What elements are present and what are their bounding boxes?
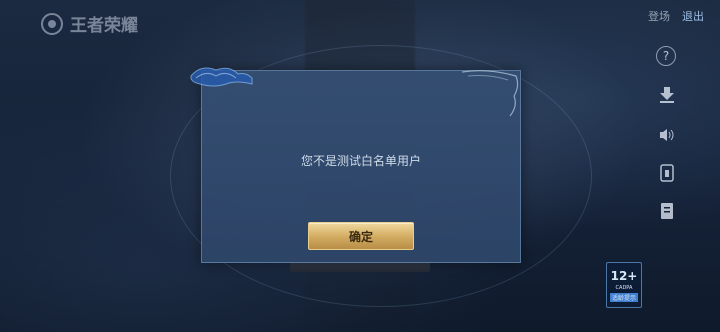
age-rating-tag: 适龄提示 <box>609 292 638 302</box>
info-icon[interactable] <box>656 162 678 184</box>
age-rating-badge[interactable]: 12+ CADPA 适龄提示 <box>606 262 642 308</box>
download-icon[interactable] <box>656 84 678 106</box>
age-rating-value: 12+ <box>610 268 638 283</box>
help-icon[interactable]: ? <box>656 46 676 66</box>
cloud-ornament-right-icon <box>461 70 519 117</box>
logout-link[interactable]: 退出 <box>682 8 704 24</box>
dialog-message: 您不是测试白名单用户 <box>300 154 421 168</box>
top-links: 登场 退出 <box>648 8 704 24</box>
age-rating-org: CADPA <box>615 284 633 291</box>
sound-icon[interactable] <box>656 124 678 146</box>
logo-icon <box>41 12 63 35</box>
notice-icon[interactable] <box>656 200 678 222</box>
game-logo: 王者荣耀 <box>40 11 138 36</box>
logo-text: 王者荣耀 <box>70 16 138 36</box>
login-link[interactable]: 登场 <box>648 8 670 24</box>
cloud-ornament-icon <box>190 67 253 87</box>
confirm-button[interactable]: 确定 <box>308 222 414 250</box>
